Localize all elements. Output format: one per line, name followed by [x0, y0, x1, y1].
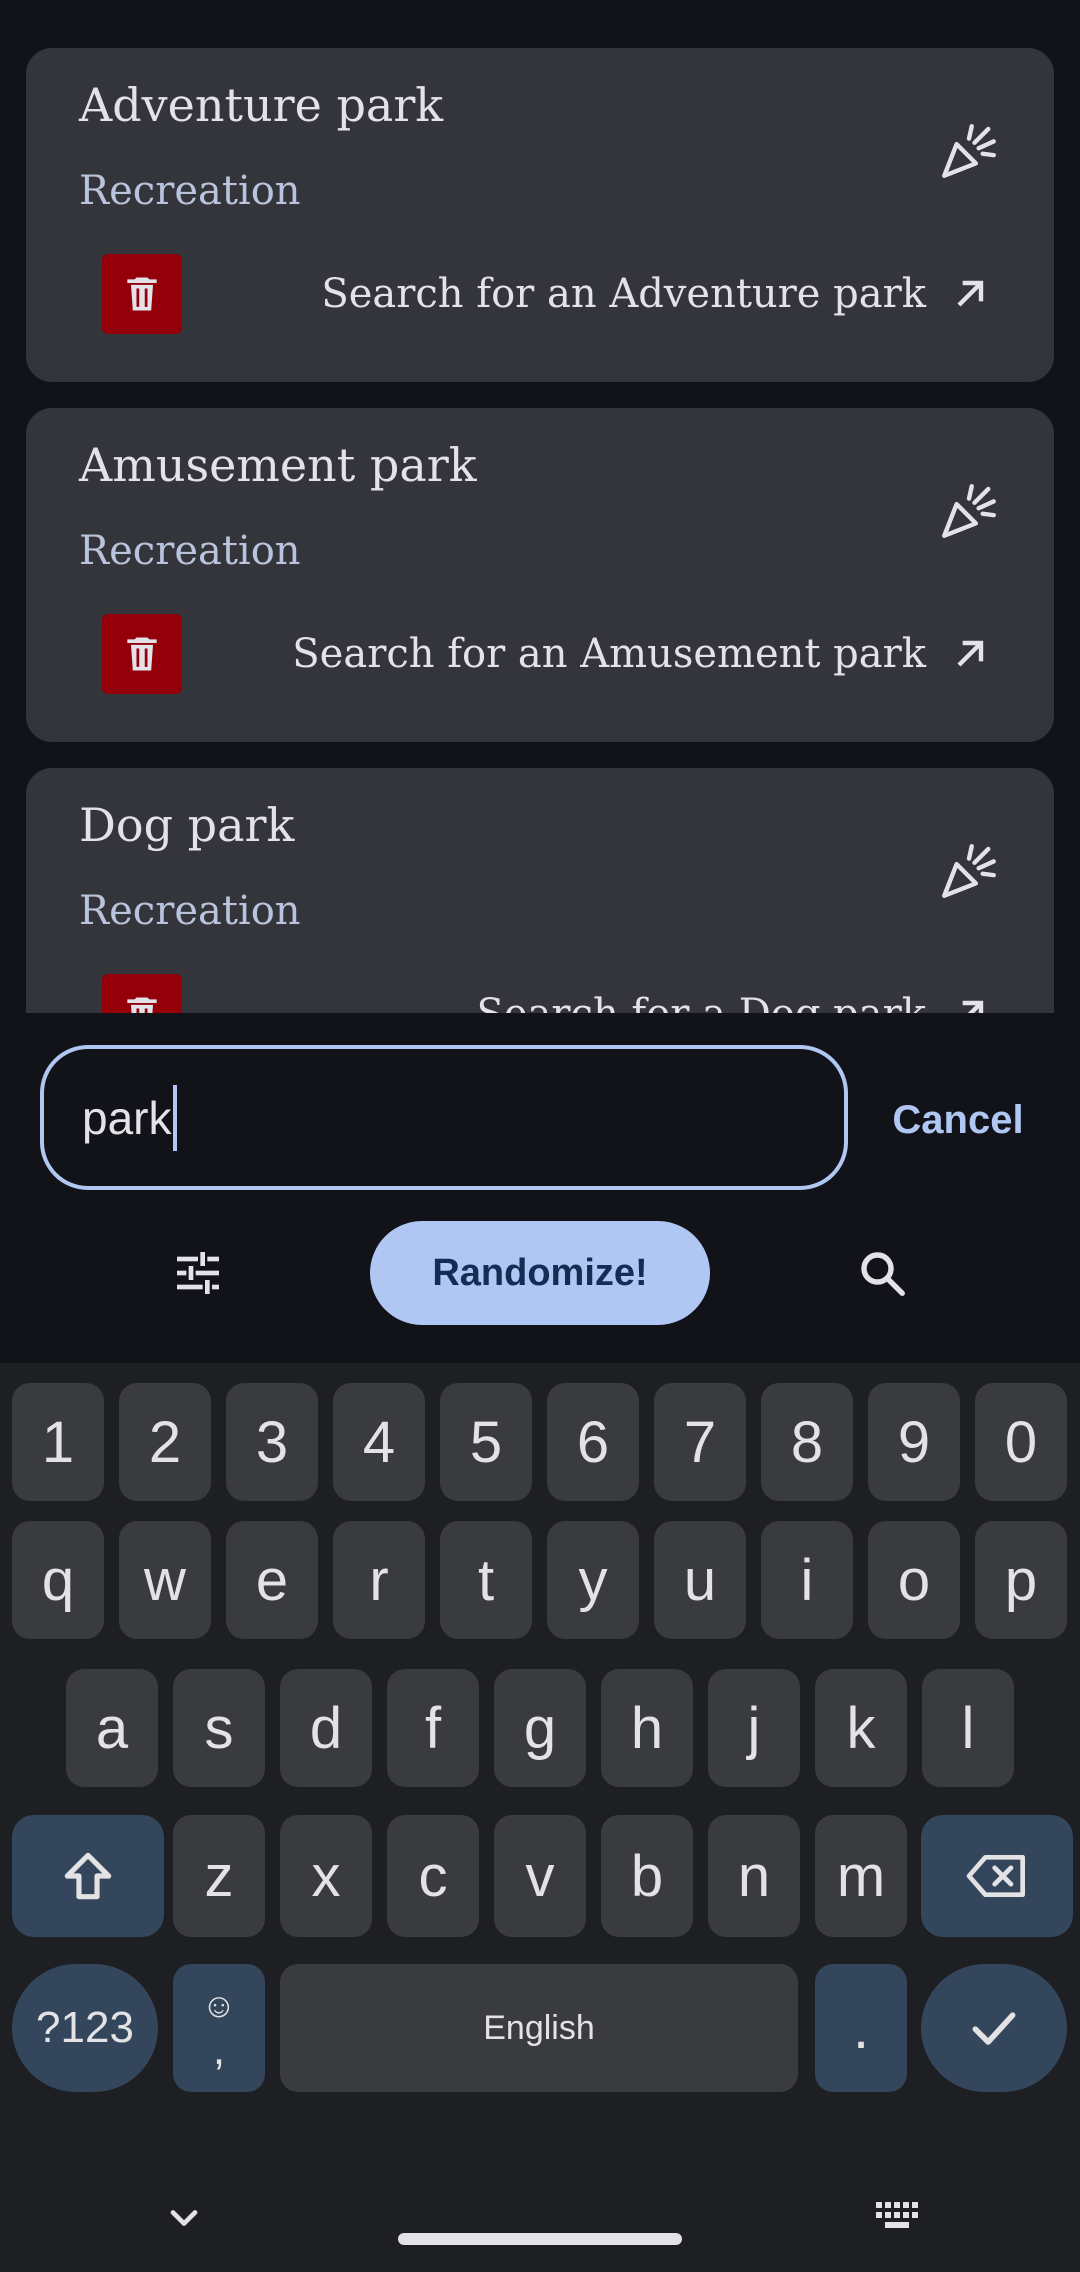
- card-title: Amusement park: [79, 438, 477, 492]
- trash-icon: [127, 637, 157, 671]
- shift-icon: [64, 1852, 112, 1900]
- key-q[interactable]: q: [12, 1521, 104, 1639]
- key-9[interactable]: 9: [868, 1383, 960, 1501]
- key-1[interactable]: 1: [12, 1383, 104, 1501]
- key-l[interactable]: l: [922, 1669, 1014, 1787]
- done-key[interactable]: [921, 1964, 1067, 2092]
- key-k[interactable]: k: [815, 1669, 907, 1787]
- backspace-key[interactable]: [921, 1815, 1073, 1937]
- cancel-button[interactable]: Cancel: [868, 1075, 1048, 1165]
- result-card[interactable]: Dog park Recreation Search for a Dog par…: [26, 768, 1054, 1013]
- search-input[interactable]: park: [40, 1045, 848, 1190]
- key-p[interactable]: p: [975, 1521, 1067, 1639]
- key-g[interactable]: g: [494, 1669, 586, 1787]
- delete-button[interactable]: [102, 974, 182, 1013]
- result-card[interactable]: Adventure park Recreation Search for an …: [26, 48, 1054, 382]
- key-4[interactable]: 4: [333, 1383, 425, 1501]
- key-a[interactable]: a: [66, 1669, 158, 1787]
- key-f[interactable]: f: [387, 1669, 479, 1787]
- symbols-key[interactable]: ?123: [12, 1964, 158, 2092]
- card-title: Adventure park: [79, 78, 444, 132]
- key-3[interactable]: 3: [226, 1383, 318, 1501]
- search-icon: [861, 1252, 905, 1296]
- emoji-comma-key[interactable]: ☺ ,: [173, 1964, 265, 2092]
- keyboard-switcher-icon[interactable]: [874, 2196, 922, 2236]
- search-link-label: Search for an Adventure park: [321, 271, 926, 317]
- checkmark-icon: [972, 2012, 1016, 2045]
- backspace-icon: [966, 1855, 1025, 1897]
- party-popper-icon[interactable]: [936, 478, 1002, 544]
- party-popper-icon[interactable]: [936, 118, 1002, 184]
- search-link-label: Search for a Dog park: [477, 991, 927, 1013]
- key-z[interactable]: z: [173, 1815, 265, 1937]
- search-button[interactable]: [844, 1235, 920, 1311]
- result-card[interactable]: Amusement park Recreation Search for an …: [26, 408, 1054, 742]
- search-controls: park Cancel Randomize!: [0, 1013, 1080, 1363]
- trash-icon: [127, 997, 157, 1013]
- key-n[interactable]: n: [708, 1815, 800, 1937]
- arrow-outward-icon: [957, 640, 984, 667]
- arrow-outward-icon: [957, 280, 984, 307]
- results-list[interactable]: Adventure park Recreation Search for an …: [0, 0, 1080, 1013]
- key-b[interactable]: b: [601, 1815, 693, 1937]
- search-web-link[interactable]: Search for a Dog park: [477, 984, 993, 1013]
- card-title: Dog park: [79, 798, 295, 852]
- key-7[interactable]: 7: [654, 1383, 746, 1501]
- space-key[interactable]: English: [280, 1964, 798, 2092]
- card-category: Recreation: [79, 168, 301, 214]
- hide-keyboard-chevron-icon[interactable]: [162, 2196, 206, 2240]
- card-category: Recreation: [79, 888, 301, 934]
- key-c[interactable]: c: [387, 1815, 479, 1937]
- home-indicator[interactable]: [398, 2233, 682, 2245]
- key-u[interactable]: u: [654, 1521, 746, 1639]
- key-0[interactable]: 0: [975, 1383, 1067, 1501]
- key-5[interactable]: 5: [440, 1383, 532, 1501]
- key-x[interactable]: x: [280, 1815, 372, 1937]
- delete-button[interactable]: [102, 254, 182, 334]
- key-r[interactable]: r: [333, 1521, 425, 1639]
- key-t[interactable]: t: [440, 1521, 532, 1639]
- key-j[interactable]: j: [708, 1669, 800, 1787]
- delete-button[interactable]: [102, 614, 182, 694]
- emoji-icon: ☺: [201, 1987, 237, 2025]
- key-v[interactable]: v: [494, 1815, 586, 1937]
- key-s[interactable]: s: [173, 1669, 265, 1787]
- period-key[interactable]: .: [815, 1964, 907, 2092]
- key-y[interactable]: y: [547, 1521, 639, 1639]
- comma-label: ,: [212, 2025, 226, 2074]
- key-w[interactable]: w: [119, 1521, 211, 1639]
- party-popper-icon[interactable]: [936, 838, 1002, 904]
- tune-icon: [177, 1252, 219, 1294]
- trash-icon: [127, 277, 157, 311]
- text-cursor: [173, 1084, 178, 1151]
- arrow-outward-icon: [962, 1000, 984, 1013]
- key-8[interactable]: 8: [761, 1383, 853, 1501]
- key-h[interactable]: h: [601, 1669, 693, 1787]
- key-e[interactable]: e: [226, 1521, 318, 1639]
- key-2[interactable]: 2: [119, 1383, 211, 1501]
- key-6[interactable]: 6: [547, 1383, 639, 1501]
- search-web-link[interactable]: Search for an Amusement park: [292, 624, 992, 684]
- key-o[interactable]: o: [868, 1521, 960, 1639]
- on-screen-keyboard: 1 2 3 4 5 6 7 8 9 0 q w e r t y u i o p …: [0, 1363, 1080, 2272]
- key-i[interactable]: i: [761, 1521, 853, 1639]
- card-category: Recreation: [79, 528, 301, 574]
- key-d[interactable]: d: [280, 1669, 372, 1787]
- search-link-label: Search for an Amusement park: [292, 631, 926, 677]
- search-input-value: park: [82, 1091, 172, 1144]
- randomize-button[interactable]: Randomize!: [370, 1221, 710, 1325]
- search-web-link[interactable]: Search for an Adventure park: [321, 264, 992, 324]
- filter-button[interactable]: [160, 1235, 236, 1311]
- shift-key[interactable]: [12, 1815, 164, 1937]
- key-m[interactable]: m: [815, 1815, 907, 1937]
